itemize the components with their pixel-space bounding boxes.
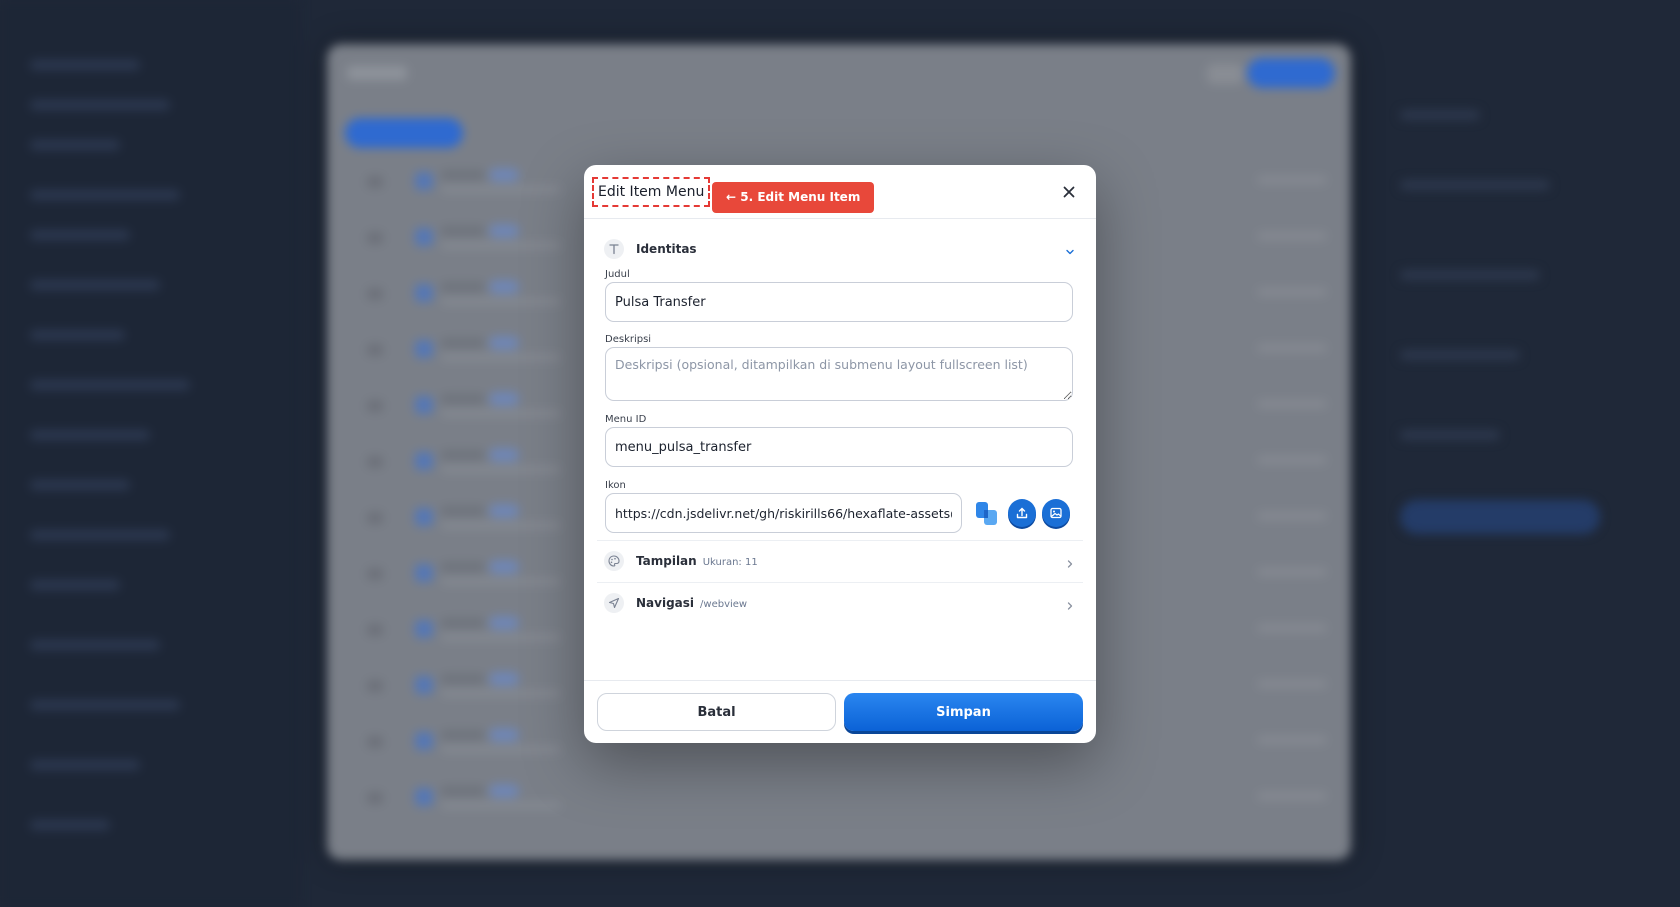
chevron-down-icon: [1064, 243, 1076, 255]
menu-id-label: Menu ID: [605, 414, 647, 425]
deskripsi-label: Deskripsi: [605, 334, 652, 345]
tutorial-callout: ← 5. Edit Menu Item: [712, 182, 875, 213]
judul-label: Judul: [605, 269, 630, 280]
ikon-url-input[interactable]: [605, 493, 962, 533]
edit-item-menu-dialog: Edit Item Menu ← 5. Edit Menu Item Ident…: [584, 165, 1096, 743]
palette-icon: [604, 551, 624, 571]
section-tampilan-summary: Ukuran: 11: [702, 557, 758, 568]
section-identitas-toggle[interactable]: Identitas: [604, 237, 1076, 263]
section-navigasi-toggle[interactable]: Navigasi/webview: [604, 591, 1076, 617]
chevron-right-icon: [1064, 597, 1076, 610]
section-navigasi-summary: /webview: [700, 599, 748, 610]
section-tampilan-toggle[interactable]: Tampilan Ukuran: 11: [604, 549, 1076, 575]
judul-input[interactable]: [605, 282, 1073, 322]
upload-icon-button[interactable]: [1008, 499, 1036, 527]
background-right-panel: [1360, 90, 1680, 590]
section-navigasi-label: Navigasi: [636, 596, 695, 610]
close-button[interactable]: [1060, 183, 1078, 201]
upload-icon: [1016, 507, 1028, 519]
icon-preview-image: [972, 498, 1002, 528]
background-sidebar: [0, 0, 300, 907]
dialog-footer: Batal Simpan: [584, 680, 1096, 743]
image-icon: [1050, 507, 1062, 519]
menu-id-input[interactable]: [605, 427, 1073, 467]
section-identitas-label: Identitas: [636, 242, 697, 256]
section-tampilan-label: Tampilan: [636, 554, 697, 568]
text-icon: [604, 239, 624, 259]
gallery-icon-button[interactable]: [1042, 499, 1070, 527]
deskripsi-textarea[interactable]: [605, 347, 1073, 401]
ikon-label: Ikon: [605, 480, 626, 491]
dialog-title: Edit Item Menu: [592, 177, 711, 207]
section-divider: [597, 582, 1083, 583]
close-icon: [1063, 186, 1075, 198]
section-divider: [597, 540, 1083, 541]
dialog-header: Edit Item Menu ← 5. Edit Menu Item: [584, 165, 1096, 219]
save-button[interactable]: Simpan: [844, 693, 1083, 731]
navigation-icon: [604, 593, 624, 613]
chevron-right-icon: [1064, 555, 1076, 568]
cancel-button[interactable]: Batal: [597, 693, 836, 731]
